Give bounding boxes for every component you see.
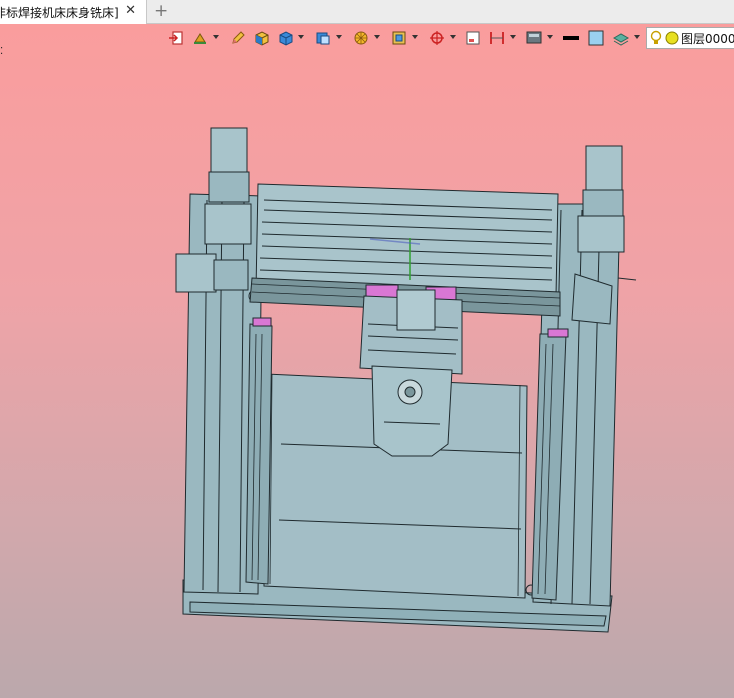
milling-machine-model[interactable] [0, 24, 734, 698]
new-tab-icon[interactable]: + [154, 1, 168, 21]
3d-viewport[interactable]: ⁚ 图层0000 [0, 24, 734, 698]
left-motor-top [210, 127, 248, 173]
side-motor [175, 253, 217, 293]
document-tab[interactable]: 非标焊接机床床身铣床] ✕ [0, 0, 147, 24]
right-motor-top [585, 145, 623, 191]
spindle-head [371, 365, 453, 457]
close-tab-icon[interactable]: ✕ [125, 3, 136, 18]
document-tab-title: 非标焊接机床床身铣床] [0, 5, 119, 20]
document-tab-bar: 非标焊接机床床身铣床] ✕ + [0, 0, 734, 24]
